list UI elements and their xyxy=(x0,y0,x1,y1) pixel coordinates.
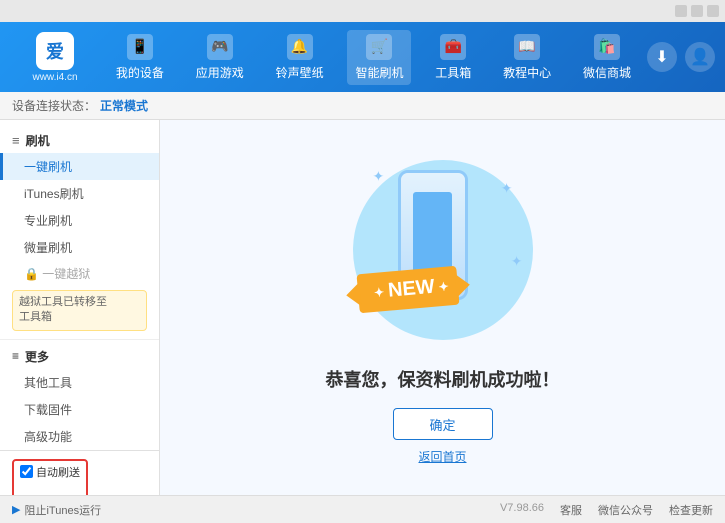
footer: ▶ 阻止iTunes运行 V7.98.66 客服 微信公众号 检查更新 xyxy=(0,495,725,523)
tutorial-icon: 📖 xyxy=(514,34,540,60)
new-badge-text: NEW xyxy=(387,276,435,303)
ribbon-shape: ✦ NEW ✦ xyxy=(356,266,459,314)
jailbreak-grayed: 🔒 一键越狱 xyxy=(0,261,159,286)
auto-flash-checkbox[interactable]: 自动刷送 xyxy=(20,464,80,480)
stop-itunes-label[interactable]: 阻止iTunes运行 xyxy=(24,502,101,518)
illustration: ✦ NEW ✦ ✦ ✦ ✦ xyxy=(343,150,543,350)
logo-url: www.i4.cn xyxy=(32,72,77,83)
auto-flash-input[interactable] xyxy=(20,465,33,478)
sidebar-divider xyxy=(0,339,159,340)
sparkle-left: ✦ xyxy=(373,285,384,300)
flash-section-title[interactable]: ≡ 刷机 xyxy=(0,128,159,153)
new-ribbon: ✦ NEW ✦ xyxy=(358,270,458,320)
version-label: V7.98.66 xyxy=(500,502,544,518)
nav-ringtone[interactable]: 🔔 铃声壁纸 xyxy=(268,30,332,85)
footer-left: ▶ 阻止iTunes运行 xyxy=(12,502,500,518)
footer-right: V7.98.66 客服 微信公众号 检查更新 xyxy=(500,502,713,518)
device-section: 自动刷送 跳过向导 📱 iPhone 12 mini 64GB Down-12m… xyxy=(0,450,159,495)
header: 爱 www.i4.cn 📱 我的设备 🎮 应用游戏 🔔 铃声壁纸 🛒 智能刷机 … xyxy=(0,22,725,92)
sidebar-item-other-tools[interactable]: 其他工具 xyxy=(0,369,159,396)
nav-smart-shop[interactable]: 🛒 智能刷机 xyxy=(347,30,411,85)
status-value: 正常模式 xyxy=(100,97,148,114)
jailbreak-note: 越狱工具已转移至 工具箱 xyxy=(12,290,147,331)
main-container: ≡ 刷机 一键刷机 iTunes刷机 专业刷机 微量刷机 🔒 一键越狱 越狱工具… xyxy=(0,120,725,495)
sparkle-right: ✦ xyxy=(438,279,449,294)
logo-icon: 爱 xyxy=(36,32,74,70)
sidebar-item-download-fw[interactable]: 下载固件 xyxy=(0,396,159,423)
stop-itunes-icon[interactable]: ▶ xyxy=(12,503,20,516)
download-button[interactable]: ⬇ xyxy=(647,42,677,72)
more-section-title[interactable]: ≡ 更多 xyxy=(0,344,159,369)
sidebar-item-micro-flash[interactable]: 微量刷机 xyxy=(0,234,159,261)
app-game-icon: 🎮 xyxy=(207,34,233,60)
service-link[interactable]: 客服 xyxy=(560,502,582,518)
sidebar-item-pro-flash[interactable]: 专业刷机 xyxy=(0,207,159,234)
ringtone-icon: 🔔 xyxy=(287,34,313,60)
status-label: 设备连接状态： xyxy=(12,97,96,114)
smart-shop-icon: 🛒 xyxy=(366,34,392,60)
user-button[interactable]: 👤 xyxy=(685,42,715,72)
sparkle-top-right: ✦ xyxy=(501,180,513,197)
nav-app-game[interactable]: 🎮 应用游戏 xyxy=(188,30,252,85)
flash-section-icon: ≡ xyxy=(12,133,20,148)
close-button[interactable] xyxy=(707,5,719,17)
sidebar-item-itunes-flash[interactable]: iTunes刷机 xyxy=(0,180,159,207)
sidebar-item-one-click-flash[interactable]: 一键刷机 xyxy=(0,153,159,180)
phone-screen-inner xyxy=(413,192,451,279)
more-section-icon: ≡ xyxy=(12,349,19,363)
nav-items: 📱 我的设备 🎮 应用游戏 🔔 铃声壁纸 🛒 智能刷机 🧰 工具箱 📖 教程中心… xyxy=(100,30,647,85)
nav-weixin-shop[interactable]: 🛍️ 微信商城 xyxy=(575,30,639,85)
success-text: 恭喜您，保资料刷机成功啦！ xyxy=(326,366,560,392)
toolbox-icon: 🧰 xyxy=(440,34,466,60)
header-right: ⬇ 👤 xyxy=(647,42,715,72)
weixin-shop-icon: 🛍️ xyxy=(594,34,620,60)
confirm-button[interactable]: 确定 xyxy=(393,408,493,440)
device-checkboxes-box: 自动刷送 跳过向导 xyxy=(12,459,88,495)
sparkle-top-left: ✦ xyxy=(373,168,385,185)
nav-tutorial[interactable]: 📖 教程中心 xyxy=(495,30,559,85)
maximize-button[interactable] xyxy=(691,5,703,17)
title-bar xyxy=(0,0,725,22)
wechat-link[interactable]: 微信公众号 xyxy=(598,502,653,518)
nav-toolbox[interactable]: 🧰 工具箱 xyxy=(427,30,479,85)
sidebar: ≡ 刷机 一键刷机 iTunes刷机 专业刷机 微量刷机 🔒 一键越狱 越狱工具… xyxy=(0,120,160,495)
nav-my-device[interactable]: 📱 我的设备 xyxy=(108,30,172,85)
minimize-button[interactable] xyxy=(675,5,687,17)
device-checkboxes: 自动刷送 跳过向导 xyxy=(12,459,147,495)
content-area: ✦ NEW ✦ ✦ ✦ ✦ 恭喜您，保资料刷机成功啦！ 确定 返回首页 xyxy=(160,120,725,495)
status-bar: 设备连接状态： 正常模式 xyxy=(0,92,725,120)
my-device-icon: 📱 xyxy=(127,34,153,60)
logo[interactable]: 爱 www.i4.cn xyxy=(10,32,100,83)
sparkle-bottom-right: ✦ xyxy=(511,253,523,270)
back-link[interactable]: 返回首页 xyxy=(418,448,466,465)
sidebar-item-advanced[interactable]: 高级功能 xyxy=(0,423,159,450)
check-update-link[interactable]: 检查更新 xyxy=(669,502,713,518)
